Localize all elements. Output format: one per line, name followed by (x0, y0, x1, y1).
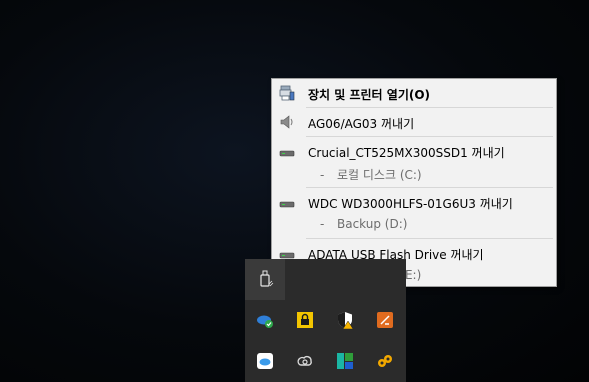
drive-icon (279, 150, 295, 157)
drive-icon (279, 201, 295, 208)
sound-app-icon[interactable] (376, 311, 394, 329)
menu-item-label: AG06/AG03 꺼내기 (308, 117, 415, 131)
icloud-icon[interactable] (256, 352, 274, 370)
speaker-icon (280, 115, 293, 129)
tray-overflow-flyout (245, 259, 406, 382)
creative-cloud-icon[interactable] (296, 352, 314, 370)
menu-item-eject-crucial[interactable]: Crucial_CT525MX300SSD1 꺼내기 - 로컬 디스크 (C:) (272, 137, 556, 187)
drive-volume-label: - Backup (D:) (320, 217, 408, 231)
keys-icon[interactable] (376, 352, 394, 370)
security-shield-icon[interactable] (336, 311, 354, 329)
menu-item-label: Crucial_CT525MX300SSD1 꺼내기 (308, 146, 505, 160)
lock-icon[interactable] (296, 311, 314, 329)
menu-item-label: WDC WD3000HLFS-01G6U3 꺼내기 (308, 197, 513, 211)
usb-safely-remove-icon[interactable] (256, 270, 274, 288)
onedrive-sync-icon[interactable] (256, 311, 274, 329)
menu-item-eject-ag06[interactable]: AG06/AG03 꺼내기 (272, 108, 556, 136)
devices-printers-icon (279, 85, 295, 101)
drive-volume-label: - 로컬 디스크 (C:) (320, 168, 422, 182)
menu-item-open-devices-printers[interactable]: 장치 및 프린터 열기(O) (272, 79, 556, 107)
menu-item-label: 장치 및 프린터 열기(O) (308, 88, 431, 102)
eject-context-menu: 장치 및 프린터 열기(O) AG06/AG03 꺼내기 Crucial_CT5… (271, 78, 557, 287)
menu-item-eject-wdc[interactable]: WDC WD3000HLFS-01G6U3 꺼내기 - Backup (D:) (272, 188, 556, 238)
color-tiles-icon[interactable] (336, 352, 354, 370)
